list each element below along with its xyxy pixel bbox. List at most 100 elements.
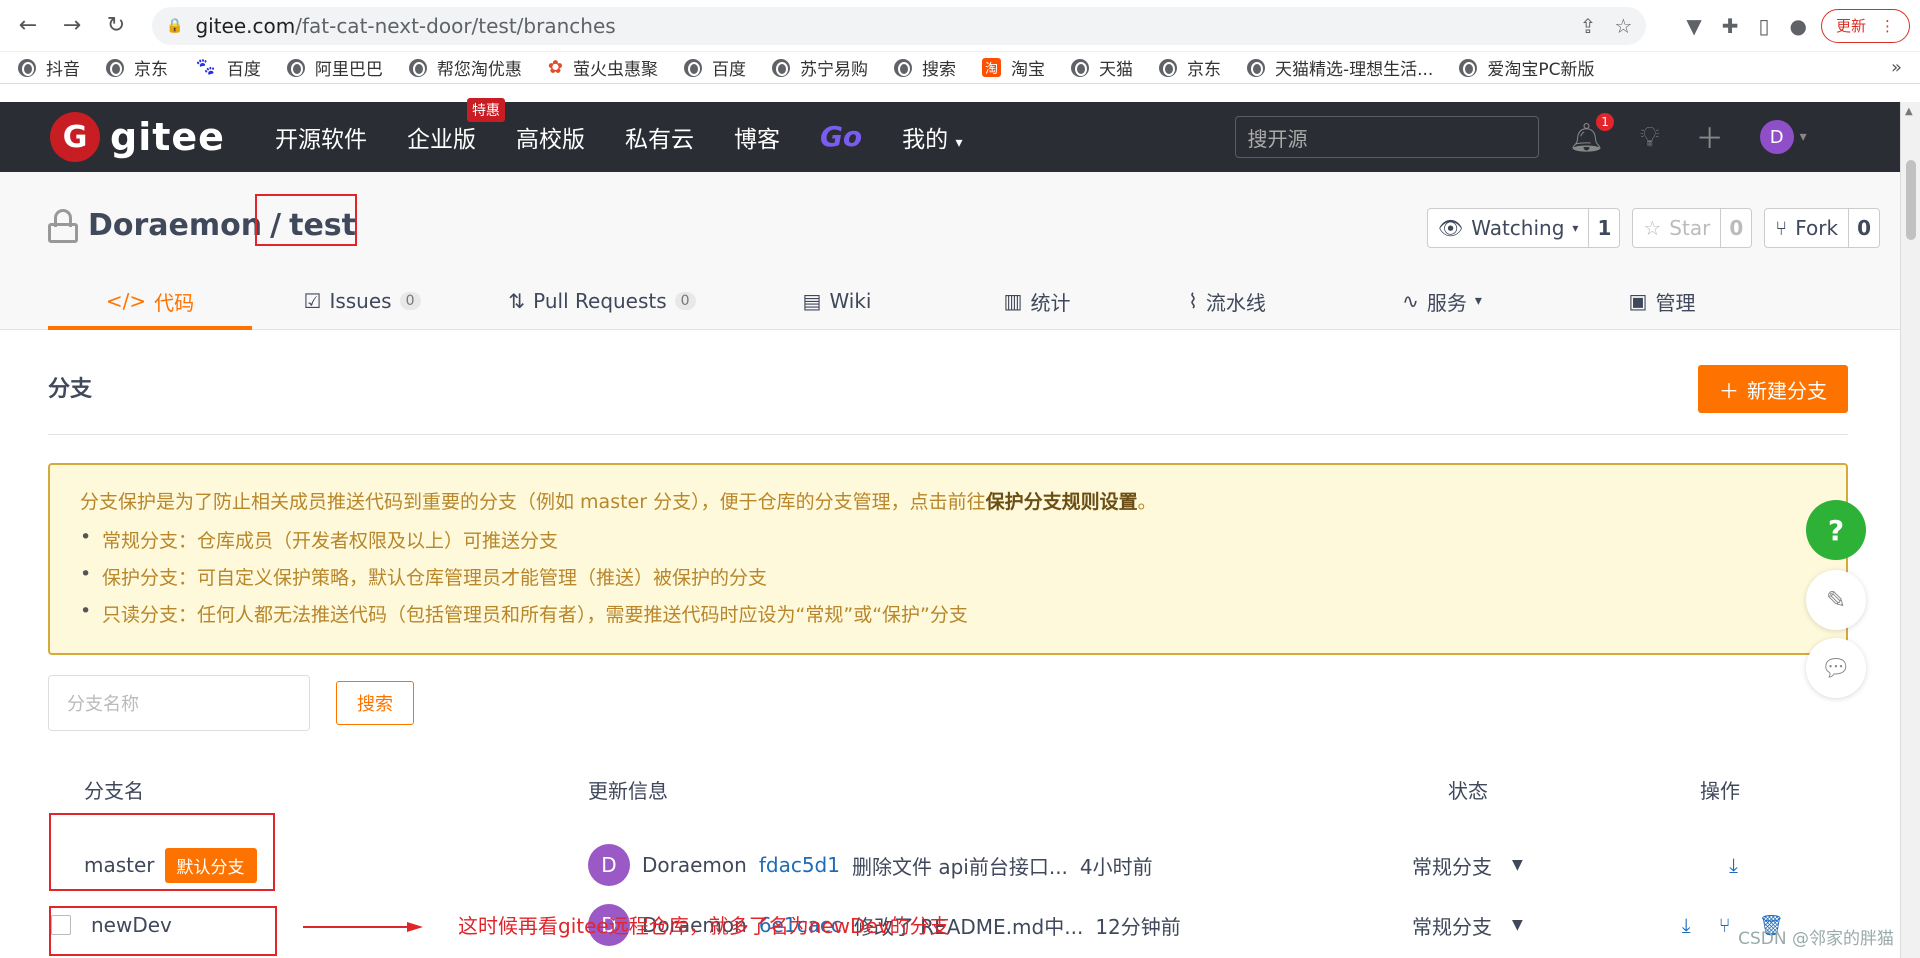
tab-issues[interactable]: ☑ Issues 0: [252, 272, 472, 330]
profile-icon[interactable]: ●: [1790, 14, 1807, 38]
search-button[interactable]: 搜索: [336, 681, 414, 725]
more-bookmarks-icon[interactable]: »: [1891, 57, 1902, 78]
bookmark-item[interactable]: 抖音: [18, 55, 80, 80]
download-icon[interactable]: ⤓: [1682, 913, 1691, 937]
globe-icon: [1158, 58, 1177, 77]
bookmark-item[interactable]: 苏宁易购: [771, 55, 868, 80]
nav-enterprise[interactable]: 企业版 特惠: [407, 98, 505, 154]
bookmark-item[interactable]: 阿里巴巴: [286, 55, 383, 80]
globe-icon: [893, 58, 912, 77]
tab-code[interactable]: </> 代码: [48, 272, 252, 330]
scroll-up-icon[interactable]: ▲: [1905, 106, 1913, 117]
bookmark-label: 天猫精选-理想生活...: [1274, 60, 1434, 80]
user-menu[interactable]: D ▾: [1759, 120, 1807, 154]
avatar: D: [1759, 120, 1794, 154]
tab-wiki[interactable]: ▤ Wiki: [732, 272, 942, 330]
nav-open-source[interactable]: 开源软件: [275, 120, 367, 154]
bookmark-item[interactable]: 京东: [1158, 55, 1221, 80]
lightbulb-icon[interactable]: 💡︎: [1640, 120, 1660, 154]
forward-icon[interactable]: →: [54, 8, 90, 44]
header-update-info: 更新信息: [588, 778, 668, 803]
watch-button[interactable]: 👁︎ Watching ▾ 1: [1426, 208, 1621, 248]
highlight-box-newdev: [49, 906, 277, 956]
bookmark-item[interactable]: 爱淘宝PC新版: [1459, 55, 1594, 80]
side-panel-icon[interactable]: ▯: [1759, 14, 1770, 38]
bookmark-item[interactable]: 天猫: [1070, 55, 1133, 80]
branch-status-label: 常规分支: [1412, 914, 1492, 939]
tab-pipeline[interactable]: ⌇ 流水线: [1132, 272, 1322, 330]
book-icon: ▤: [802, 289, 822, 313]
notice-item: 常规分支：仓库成员（开发者权限及以上）可推送分支: [80, 526, 1816, 553]
new-branch-button[interactable]: ＋ 新建分支: [1698, 365, 1848, 413]
bookmark-item[interactable]: 淘淘宝: [981, 55, 1045, 80]
commit-time: 4小时前: [1079, 854, 1153, 879]
branch-status-select[interactable]: 常规分支 ▼: [1412, 911, 1523, 940]
tab-stats[interactable]: ▥ 统计: [942, 272, 1132, 330]
commit-message[interactable]: 删除文件 api前台接口...: [852, 851, 1068, 880]
extensions-icon[interactable]: ✚: [1722, 14, 1739, 38]
nav-private-cloud[interactable]: 私有云: [625, 120, 694, 154]
notification-bell-icon[interactable]: 🔔︎ 1: [1569, 112, 1615, 154]
nav-go[interactable]: Go: [820, 120, 862, 154]
globe-icon: [286, 58, 305, 77]
branch-search-input[interactable]: 分支名称: [48, 675, 310, 731]
star-count[interactable]: 0: [1721, 209, 1751, 247]
star-button[interactable]: ☆ Star 0: [1632, 208, 1753, 248]
bookmark-item[interactable]: 京东: [106, 55, 168, 80]
commit-author[interactable]: Doraemon: [642, 853, 747, 877]
bookmark-item[interactable]: 百度: [683, 55, 746, 80]
fork-button[interactable]: ⑂ Fork 0: [1764, 208, 1880, 248]
plus-icon[interactable]: ＋: [1696, 117, 1724, 157]
new-branch-label: 新建分支: [1747, 378, 1827, 403]
scrollbar-thumb[interactable]: [1906, 160, 1916, 240]
bookmark-label: 抖音: [46, 60, 80, 80]
bookmark-star-icon[interactable]: ☆: [1614, 14, 1632, 38]
tab-manage[interactable]: ▣ 管理: [1562, 272, 1762, 330]
back-icon[interactable]: ←: [10, 8, 46, 44]
scrollbar[interactable]: ▲: [1900, 102, 1920, 958]
bookmark-item[interactable]: 天猫精选-理想生活...: [1246, 55, 1434, 80]
tab-service[interactable]: ∿ 服务 ▾: [1322, 272, 1562, 330]
protection-rules-link[interactable]: 保护分支规则设置: [986, 491, 1138, 513]
repo-owner[interactable]: Doraemon: [88, 208, 262, 243]
commit-sha[interactable]: fdac5d1: [759, 853, 840, 877]
help-button[interactable]: ?: [1806, 500, 1866, 560]
tab-pull-requests[interactable]: ⇅ Pull Requests 0: [472, 272, 732, 330]
bookmark-item[interactable]: ✿ 萤火虫惠聚: [548, 55, 658, 80]
nav-edu[interactable]: 高校版: [516, 120, 585, 154]
chat-icon[interactable]: 💬︎: [1806, 638, 1866, 698]
caret-down-icon: ▾: [955, 135, 963, 151]
bookmark-item[interactable]: 帮您淘优惠: [408, 55, 522, 80]
globe-icon: [106, 58, 124, 77]
globe-icon: [771, 58, 790, 77]
nav-mine[interactable]: 我的 ▾: [902, 120, 962, 154]
bookmark-item[interactable]: 🐾︎ 百度: [194, 55, 261, 80]
reload-icon[interactable]: ↻: [98, 8, 134, 44]
nav-blog[interactable]: 博客: [734, 120, 780, 154]
menu-dots-icon[interactable]: ⋮: [1880, 17, 1895, 35]
lock-icon: 🔒: [166, 17, 184, 34]
global-search-input[interactable]: 搜开源: [1234, 116, 1539, 158]
tab-pipeline-label: 流水线: [1205, 290, 1266, 315]
branch-status-select[interactable]: 常规分支 ▼: [1412, 851, 1523, 880]
address-bar[interactable]: 🔒 gitee.com/fat-cat-next-door/test/branc…: [152, 6, 1647, 45]
bar-chart-icon: ▥: [1003, 289, 1023, 313]
feedback-edit-icon[interactable]: ✎: [1806, 570, 1866, 630]
bookmark-label: 京东: [134, 60, 168, 80]
vue-extension-icon[interactable]: ▼: [1686, 14, 1701, 38]
update-button[interactable]: 更新 ⋮: [1820, 8, 1910, 43]
merge-icon[interactable]: ⑂: [1719, 913, 1731, 937]
tab-manage-label: 管理: [1655, 290, 1696, 315]
bookmark-label: 搜索: [921, 60, 956, 80]
avatar[interactable]: D: [588, 844, 630, 886]
download-icon[interactable]: ⤓: [1729, 853, 1738, 877]
bookmark-item[interactable]: 搜索: [893, 55, 956, 80]
gitee-logo[interactable]: G gitee: [50, 112, 225, 162]
share-icon[interactable]: ⇪: [1580, 14, 1597, 38]
header-branch-name: 分支名: [84, 778, 144, 803]
bookmark-label: 帮您淘优惠: [436, 60, 522, 80]
firefly-icon: ✿: [547, 57, 563, 78]
watch-count[interactable]: 1: [1589, 209, 1619, 247]
fork-count[interactable]: 0: [1849, 209, 1879, 247]
notice-intro: 分支保护是为了防止相关成员推送代码到重要的分支（例如 master 分支），便于…: [80, 491, 1157, 513]
